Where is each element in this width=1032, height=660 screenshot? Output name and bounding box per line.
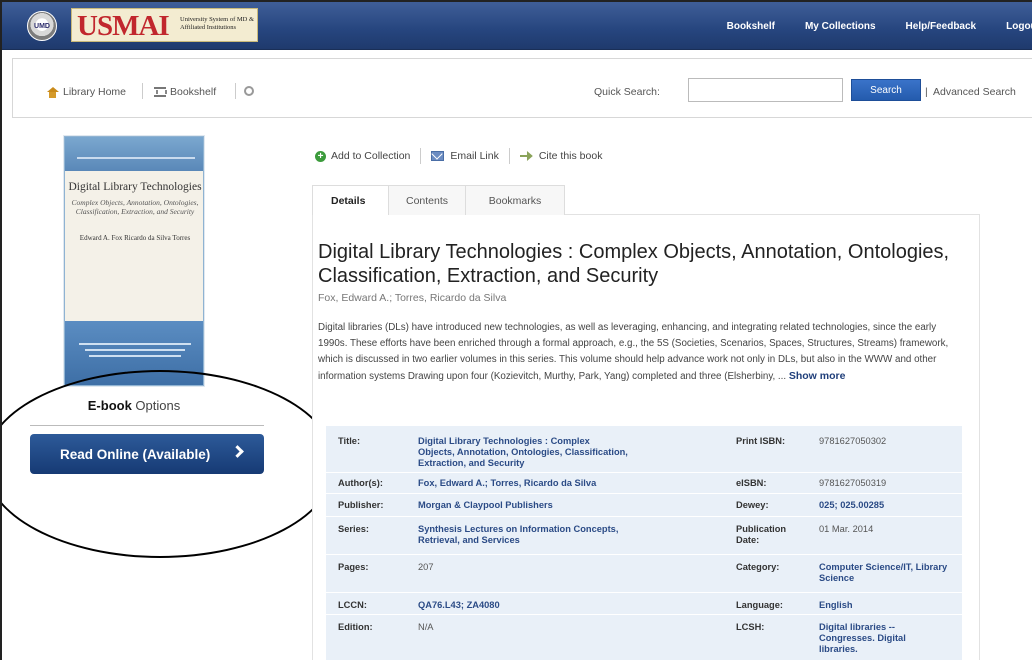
detail-value-pages: 207 [418,562,434,572]
tab-bookmarks[interactable]: Bookmarks [465,185,565,215]
nav-logout[interactable]: Logout [1006,21,1032,32]
ebook-options-rest: Options [131,398,181,413]
detail-value-lcsh[interactable]: Digital libraries -- Congresses. Digital… [819,622,929,655]
search-icon-button[interactable] [244,86,254,96]
cover-main: Digital Library Technologies Complex Obj… [65,171,203,321]
book-cover: Digital Library Technologies Complex Obj… [64,136,204,386]
browser-frame: UMD USMAI University System of MD & Affi… [0,0,1032,660]
detail-label-lcsh: LCSH: [736,622,765,632]
library-home-link[interactable]: Library Home [46,86,126,98]
book-abstract: Digital libraries (DLs) have introduced … [318,320,968,385]
detail-label-title: Title: [338,436,361,446]
advanced-search-label: Advanced Search [932,86,1016,98]
detail-label-category: Category: [736,562,780,572]
detail-label-authors: Author(s): [338,478,383,488]
detail-value-publication-date: 01 Mar. 2014 [819,524,874,534]
detail-value-language[interactable]: English [819,600,949,611]
detail-value-edition: N/A [418,622,434,632]
add-to-collection-button[interactable]: + Add to Collection [315,150,410,162]
quick-search-input[interactable] [688,78,843,102]
book-actions: + Add to Collection Email Link Cite this… [315,148,602,164]
bookshelf-link[interactable]: Bookshelf [154,86,216,98]
bookshelf-label: Bookshelf [170,86,217,98]
home-icon [46,86,59,98]
usmai-logo[interactable]: USMAI University System of MD & Affiliat… [71,8,258,42]
nav-help-feedback[interactable]: Help/Feedback [906,21,977,32]
detail-value-publisher[interactable]: Morgan & Claypool Publishers [418,500,628,511]
detail-value-category[interactable]: Computer Science/IT, Library Science [819,562,949,584]
email-link-label: Email Link [450,150,499,162]
cite-icon [519,151,533,161]
detail-label-eisbn: eISBN: [736,478,767,488]
details-table: Title: Digital Library Technologies : Co… [326,426,962,660]
detail-label-edition: Edition: [338,622,373,632]
cover-authors: Edward A. Fox Ricardo da Silva Torres [79,234,191,242]
university-seal-logo: UMD [27,11,57,41]
toolbar-divider [142,83,143,99]
detail-label-print-isbn: Print ISBN: [736,436,786,446]
detail-label-language: Language: [736,600,784,610]
library-home-label: Library Home [63,86,127,98]
cover-footer-band [65,321,203,385]
bookshelf-icon [154,87,167,97]
abstract-text: Digital libraries (DLs) have introduced … [318,322,949,382]
detail-value-dewey[interactable]: 025; 025.00285 [819,500,949,511]
ebook-options-heading: E-book Options [30,398,238,413]
detail-label-dewey: Dewey: [736,500,769,510]
search-button[interactable]: Search [851,79,921,101]
search-icon [244,86,254,96]
toolbar: Library Home Bookshelf Quick Search: Sea… [12,58,1032,118]
cover-series-band [65,137,203,171]
usmai-logo-subtitle: University System of MD & Affiliated Ins… [180,16,255,31]
cover-title: Digital Library Technologies [68,181,202,193]
email-link-button[interactable]: Email Link [431,150,499,162]
detail-value-lccn[interactable]: QA76.L43; ZA4080 [418,600,628,611]
cover-subtitle: Complex Objects, Annotation, Ontologies,… [71,198,199,216]
cite-book-label: Cite this book [538,150,603,162]
ebook-options-divider [30,425,264,426]
email-icon [431,151,445,161]
detail-label-publication-date: Publication Date: [736,524,787,545]
action-divider [420,148,422,164]
quick-search-label: Quick Search: [594,86,660,98]
detail-label-series: Series: [338,524,370,534]
detail-label-publisher: Publisher: [338,500,384,510]
ebook-options-bold: E-book [87,398,132,413]
detail-value-title[interactable]: Digital Library Technologies : Complex O… [418,436,628,469]
read-online-label: Read Online (Available) [60,446,211,462]
tab-details[interactable]: Details [312,185,389,215]
add-to-collection-label: Add to Collection [331,150,411,162]
book-authors: Fox, Edward A.; Torres, Ricardo da Silva [318,292,507,304]
cite-book-button[interactable]: Cite this book [519,150,603,162]
chevron-right-icon [231,445,244,458]
read-online-button[interactable]: Read Online (Available) [30,434,264,474]
book-title: Digital Library Technologies : Complex O… [318,241,950,287]
detail-value-authors[interactable]: Fox, Edward A.; Torres, Ricardo da Silva [418,478,628,489]
action-divider [508,148,510,164]
advanced-search-link[interactable]: | Advanced Search [925,86,1016,98]
nav-bookshelf[interactable]: Bookshelf [727,21,775,32]
detail-label-lccn: LCCN: [338,600,367,610]
toolbar-divider [235,83,236,99]
detail-value-print-isbn: 9781627050302 [819,436,887,446]
usmai-logo-text: USMAI [77,10,170,42]
tab-bar: Details Contents Bookmarks [312,185,565,215]
nav-my-collections[interactable]: My Collections [805,21,876,32]
top-header: UMD USMAI University System of MD & Affi… [2,2,1032,50]
show-more-link[interactable]: Show more [789,370,846,382]
detail-value-series[interactable]: Synthesis Lectures on Information Concep… [418,524,628,546]
tab-contents[interactable]: Contents [388,185,466,215]
detail-value-eisbn: 9781627050319 [819,478,887,488]
add-icon: + [315,150,326,162]
top-nav: Bookshelf My Collections Help/Feedback L… [697,2,1032,50]
detail-label-pages: Pages: [338,562,369,572]
